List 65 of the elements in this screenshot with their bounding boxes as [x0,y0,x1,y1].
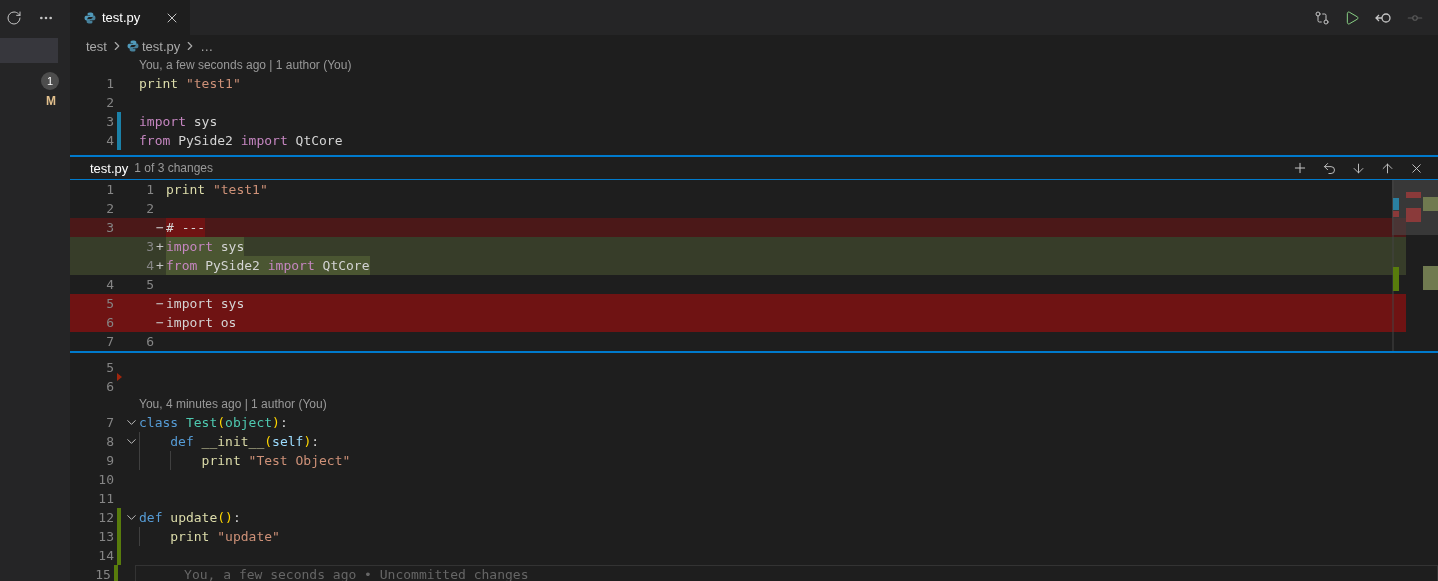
plus-icon[interactable] [1292,160,1308,176]
diff-sign: + [156,239,164,254]
python-file-icon [84,11,96,24]
line-number: 4 [105,133,114,148]
line-number: 7 [105,415,114,430]
code-line: import os [166,314,237,332]
line-number: 6 [105,379,114,394]
diff-sign: − [156,296,164,311]
line-number: 14 [97,548,114,563]
modified-status: M [46,94,56,108]
python-file-icon [126,40,139,52]
line-number: 2 [106,201,114,216]
line-number: 2 [105,95,114,110]
line-number: 11 [97,491,114,506]
line-number: 5 [105,360,114,375]
diff-sign: − [156,220,164,235]
code-line: print "test1" [139,75,241,93]
line-number: 3 [106,220,114,235]
line-number: 13 [97,529,114,544]
refresh-icon[interactable] [6,9,22,26]
change-bar[interactable] [113,565,118,581]
line-number: 4 [146,258,154,273]
breadcrumb-item[interactable]: … [200,38,214,54]
code-line: import sys [166,295,245,313]
diff-sign: − [156,315,164,330]
line-number: 1 [105,76,114,91]
line-number: 9 [105,453,114,468]
line-number: 1 [106,182,114,197]
code-line: print "update" [139,527,280,546]
change-position: 1 of 3 changes [134,161,214,175]
line-number: 7 [106,334,114,349]
arrow-down-icon[interactable] [1351,160,1366,176]
line-number: 10 [97,472,114,487]
line-number: 8 [105,434,114,449]
code-line: from PySide2 import QtCore [139,132,343,150]
diff-sign: + [156,258,164,273]
peek-file-name: test.py [90,160,129,176]
code-line: def __init__(self): [139,432,320,451]
blame-annotation[interactable]: You, 4 minutes ago | 1 author (You) [139,396,327,413]
revert-icon[interactable] [1322,160,1337,176]
code-line: import sys [139,113,218,131]
line-number: 6 [146,334,154,349]
line-number: 5 [106,296,114,311]
blame-annotation[interactable]: You, a few seconds ago | 1 author (You) [139,57,1438,74]
compare-changes-icon[interactable] [1314,9,1330,26]
code-line: class Test(object): [139,414,288,432]
line-number: 2 [146,201,154,216]
inline-blame: You, a few seconds ago • Uncommitted changes [135,565,1438,581]
line-number: 3 [105,114,114,129]
line-number: 6 [106,315,114,330]
line-number: 3 [146,239,154,254]
code-line: def update(): [139,509,241,527]
breadcrumb-item[interactable]: test [86,38,107,54]
line-number: 12 [97,510,114,525]
deleted-marker-icon[interactable] [117,373,122,381]
breadcrumb-item[interactable]: test.py [141,38,181,54]
run-icon[interactable] [1344,9,1360,26]
code-line: print "Test Object" [139,451,351,470]
change-count-badge: 1 [41,72,59,90]
editor-tab[interactable]: test.py [70,0,190,35]
line-number: 4 [106,277,114,292]
line-number: 5 [146,277,154,292]
line-number: 15 [94,567,111,581]
code-line: print "test1" [166,181,268,199]
line-number: 1 [146,182,154,197]
